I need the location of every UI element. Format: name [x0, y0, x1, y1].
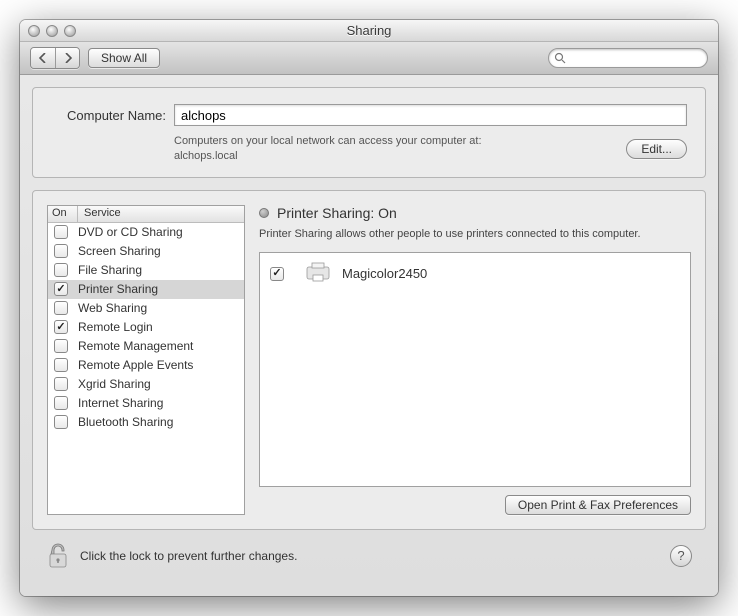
service-checkbox[interactable]: [54, 339, 68, 353]
services-list: On Service DVD or CD Sharing Screen Shari…: [47, 205, 245, 515]
service-row[interactable]: Remote Management: [48, 337, 244, 356]
traffic-lights: [20, 25, 76, 37]
service-label: Xgrid Sharing: [78, 377, 151, 391]
nav-buttons: [30, 47, 80, 69]
service-checkbox[interactable]: [54, 301, 68, 315]
back-button[interactable]: [31, 48, 55, 68]
service-label: Screen Sharing: [78, 244, 161, 258]
column-header-service[interactable]: Service: [78, 206, 244, 222]
service-checkbox[interactable]: [54, 377, 68, 391]
column-header-on[interactable]: On: [48, 206, 78, 222]
service-label: Internet Sharing: [78, 396, 163, 410]
chevron-right-icon: [64, 53, 72, 63]
footer: Click the lock to prevent further change…: [32, 530, 706, 584]
detail-description: Printer Sharing allows other people to u…: [259, 227, 691, 242]
service-label: Remote Apple Events: [78, 358, 193, 372]
titlebar: Sharing: [20, 20, 718, 42]
main-panel: On Service DVD or CD Sharing Screen Shari…: [32, 190, 706, 530]
services-column: On Service DVD or CD Sharing Screen Shari…: [47, 205, 245, 515]
help-icon: ?: [677, 548, 684, 563]
computer-name-label: Computer Name:: [51, 108, 166, 123]
service-label: Printer Sharing: [78, 282, 158, 296]
forward-button[interactable]: [55, 48, 79, 68]
detail-title: Printer Sharing: On: [277, 205, 397, 221]
search-icon: [554, 52, 566, 64]
service-checkbox[interactable]: [54, 415, 68, 429]
search-wrap: [548, 48, 708, 68]
zoom-window-button[interactable]: [64, 25, 76, 37]
printer-list: Magicolor2450: [259, 252, 691, 487]
content: Computer Name: Computers on your local n…: [20, 75, 718, 596]
computer-name-input[interactable]: [174, 104, 687, 126]
service-row[interactable]: DVD or CD Sharing: [48, 223, 244, 242]
service-row[interactable]: Remote Login: [48, 318, 244, 337]
service-checkbox[interactable]: [54, 282, 68, 296]
open-print-fax-preferences-button[interactable]: Open Print & Fax Preferences: [505, 495, 691, 515]
service-row[interactable]: Bluetooth Sharing: [48, 413, 244, 432]
service-checkbox[interactable]: [54, 244, 68, 258]
help-button[interactable]: ?: [670, 545, 692, 567]
service-row[interactable]: File Sharing: [48, 261, 244, 280]
detail-header: Printer Sharing: On: [259, 205, 691, 221]
edit-hostname-button[interactable]: Edit...: [626, 139, 687, 159]
detail-column: Printer Sharing: On Printer Sharing allo…: [259, 205, 691, 515]
service-checkbox[interactable]: [54, 263, 68, 277]
service-checkbox[interactable]: [54, 358, 68, 372]
service-row[interactable]: Web Sharing: [48, 299, 244, 318]
service-row[interactable]: Xgrid Sharing: [48, 375, 244, 394]
close-window-button[interactable]: [28, 25, 40, 37]
service-row[interactable]: Printer Sharing: [48, 280, 244, 299]
printer-name: Magicolor2450: [342, 266, 427, 281]
service-label: Web Sharing: [78, 301, 147, 315]
search-input[interactable]: [548, 48, 708, 68]
hint-line1: Computers on your local network can acce…: [174, 135, 482, 147]
service-checkbox[interactable]: [54, 225, 68, 239]
window-title: Sharing: [20, 23, 718, 38]
service-label: DVD or CD Sharing: [78, 225, 183, 239]
lock-icon[interactable]: [46, 542, 70, 570]
status-indicator-icon: [259, 208, 269, 218]
service-row[interactable]: Screen Sharing: [48, 242, 244, 261]
service-label: Remote Management: [78, 339, 193, 353]
service-row[interactable]: Remote Apple Events: [48, 356, 244, 375]
service-label: Remote Login: [78, 320, 153, 334]
service-checkbox[interactable]: [54, 396, 68, 410]
service-label: File Sharing: [78, 263, 142, 277]
chevron-left-icon: [39, 53, 47, 63]
lock-hint-text: Click the lock to prevent further change…: [80, 549, 297, 563]
printer-checkbox[interactable]: [270, 267, 284, 281]
service-label: Bluetooth Sharing: [78, 415, 173, 429]
sharing-window: Sharing Show All Computer Name:: [20, 20, 718, 596]
computer-name-hint: Computers on your local network can acce…: [174, 134, 614, 165]
services-header: On Service: [48, 206, 244, 223]
service-checkbox[interactable]: [54, 320, 68, 334]
printer-icon: [304, 261, 332, 286]
service-row[interactable]: Internet Sharing: [48, 394, 244, 413]
hint-line2: alchops.local: [174, 150, 238, 162]
toolbar: Show All: [20, 42, 718, 75]
computer-name-panel: Computer Name: Computers on your local n…: [32, 87, 706, 178]
printer-row[interactable]: Magicolor2450: [266, 259, 684, 288]
minimize-window-button[interactable]: [46, 25, 58, 37]
show-all-button[interactable]: Show All: [88, 48, 160, 68]
